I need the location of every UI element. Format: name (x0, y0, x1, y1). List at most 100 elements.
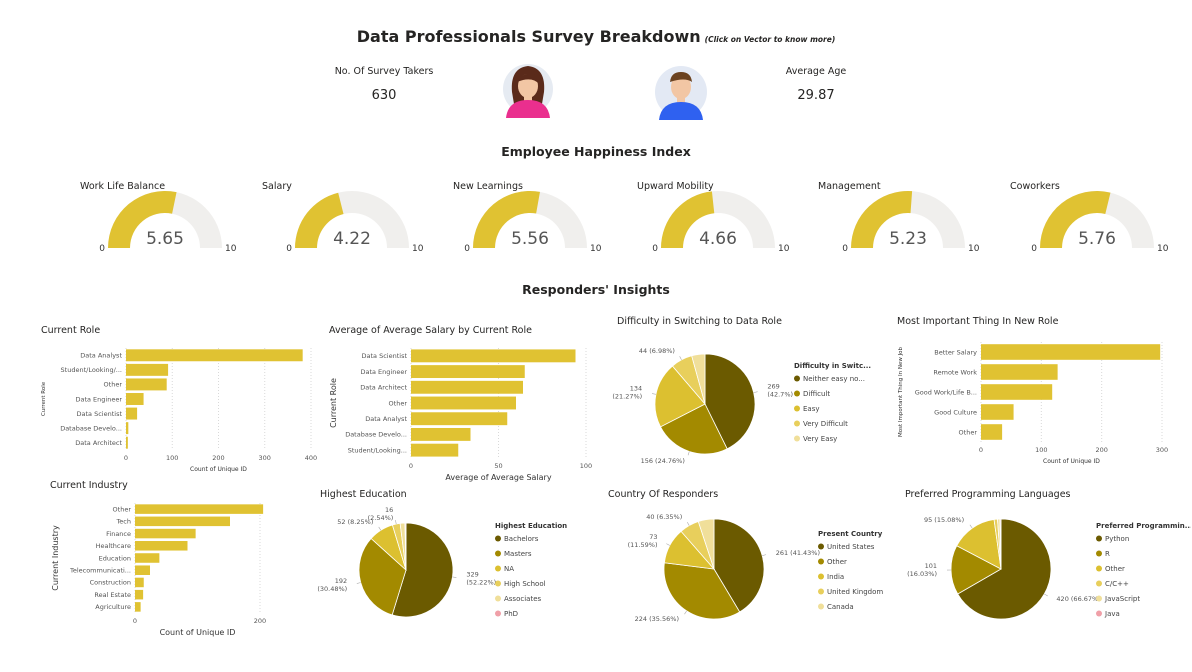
bar-data-architect (126, 436, 128, 449)
gauge-max-new-learnings: 10 (590, 244, 602, 254)
legend-item-difficult: Difficult (803, 390, 830, 398)
category-label: Data Scientist (77, 410, 123, 418)
current-industry-title: Current Industry (50, 480, 128, 491)
current-role-chart[interactable]: 0 100 200 300 400 Data Analyst Student/Looking… (36, 340, 326, 480)
data-label: 329 (466, 570, 478, 578)
bar-data-engineer (411, 365, 525, 379)
male-avatar-icon[interactable] (655, 64, 707, 120)
category-label: Student/Looking... (348, 446, 407, 454)
legend-marker-javascript (1096, 595, 1102, 602)
data-label: (2.54%) (368, 514, 394, 522)
category-label: Other (959, 428, 978, 436)
bar-tech (135, 516, 230, 527)
bar-data-analyst (126, 349, 303, 362)
x-tick-label: 100 (166, 454, 178, 462)
x-tick-label: 400 (305, 454, 317, 462)
legend-marker-other (818, 558, 824, 565)
leader-line (378, 526, 382, 531)
bar-healthcare (135, 541, 188, 551)
legend-item-very-easy: Very Easy (803, 435, 837, 443)
x-tick-label: 0 (133, 617, 137, 625)
legend-title: Preferred Programmin... (1096, 522, 1191, 530)
leader-line (666, 543, 670, 546)
category-label: Other (104, 381, 123, 389)
legend-item-phd: PhD (504, 610, 518, 618)
x-axis-label: Average of Average Salary (445, 473, 551, 482)
difficulty-chart[interactable]: 269(42.7%) 156 (24.76%) 134(21.27%) 44 (6.9… (612, 334, 892, 474)
category-label: Database Develo... (345, 431, 407, 439)
highest-education-title: Highest Education (320, 489, 407, 500)
data-label: 156 (24.76%) (641, 457, 685, 465)
gauge-min-work-life-balance: 0 (99, 244, 105, 254)
legend-marker-r (1096, 550, 1102, 557)
gauge-value-salary: 4.22 (333, 229, 371, 249)
bar-good-work-life-b (981, 384, 1053, 400)
difficulty-title: Difficulty in Switching to Data Role (617, 316, 782, 327)
legend-item-india: India (827, 573, 844, 581)
data-label: (42.7%) (767, 390, 793, 398)
category-label: Data Engineer (75, 395, 122, 403)
avg-salary-title: Average of Average Salary by Current Rol… (329, 325, 532, 336)
happiness-gauges: 5.65 0 10 4.22 0 10 5.56 0 10 4.66 0 10 5.23 0 10 5.76 0… (99, 191, 1169, 254)
legend-item-java: Java (1104, 610, 1120, 618)
average-age-label: Average Age (785, 66, 847, 77)
data-label: (11.59%) (628, 541, 658, 549)
data-label: (30.48%) (317, 585, 347, 593)
current-industry-chart[interactable]: 0 200 Other Tech Finance Healthcare Education T… (46, 496, 316, 646)
x-tick-label: 50 (494, 462, 502, 470)
survey-takers-value: 630 (371, 88, 397, 103)
legend-title: Difficulty in Switc... (794, 362, 871, 370)
leader-line (684, 610, 687, 615)
bar-good-culture (981, 404, 1014, 420)
female-avatar-icon[interactable] (502, 62, 554, 120)
leader-line (452, 576, 457, 578)
category-label: Good Culture (934, 408, 977, 416)
average-age-value: 29.87 (797, 88, 835, 103)
bar-finance (135, 528, 196, 539)
data-label: 134 (630, 384, 642, 392)
legend-item-python: Python (1105, 535, 1129, 543)
languages-chart[interactable]: 420 (66.67%) 101(16.03%) 95 (15.08%) Prefer… (901, 505, 1191, 635)
bar-agriculture (135, 602, 141, 612)
x-tick-label: 300 (1156, 446, 1168, 454)
bar-data-analyst (411, 412, 508, 426)
legend-item-united-kingdom: United Kingdom (827, 588, 883, 596)
category-label: Database Develo... (60, 424, 122, 432)
data-label: 101 (925, 562, 937, 570)
x-tick-label: 0 (409, 462, 413, 470)
category-label: Other (113, 505, 132, 513)
x-tick-label: 100 (580, 462, 592, 470)
legend-item-neither-easy-no: Neither easy no... (803, 375, 865, 383)
bar-data-scientist (126, 407, 138, 420)
avg-salary-chart[interactable]: 0 50 100 Data Scientist Data Engineer Data Ar… (324, 340, 606, 490)
category-label: Better Salary (934, 348, 977, 356)
current-role-title: Current Role (41, 325, 101, 336)
data-label: (21.27%) (612, 392, 642, 400)
category-label: Data Scientist (362, 352, 408, 360)
bar-data-scientist (411, 349, 576, 363)
legend-item-masters: Masters (504, 550, 532, 558)
category-label: Agriculture (95, 603, 131, 611)
highest-education-chart[interactable]: 329(52.22%)192(30.48%)52 (8.25%)16(2.54%… (316, 505, 606, 635)
data-label: 40 (6.35%) (646, 513, 682, 521)
x-tick-label: 200 (254, 617, 266, 625)
x-axis-label: Count of Unique ID (160, 628, 236, 637)
most-important-chart[interactable]: 0 100 200 300 Better Salary Remote Work Good W… (894, 334, 1184, 474)
legend-marker-canada (818, 603, 824, 610)
leader-line (1044, 593, 1048, 597)
category-label: Data Architect (75, 439, 122, 447)
data-label: 224 (35.56%) (635, 615, 679, 623)
country-chart[interactable]: 261 (41.43%) 224 (35.56%) 73(11.59%) 40 (6.… (604, 505, 894, 635)
leader-line (356, 582, 361, 584)
legend-marker-easy (794, 405, 800, 412)
survey-takers-label: No. Of Survey Takers (334, 66, 434, 77)
legend-item-other: Other (827, 558, 847, 566)
category-label: Telecommunicati... (69, 567, 131, 575)
legend-item-united-states: United States (827, 543, 875, 551)
data-label: 16 (385, 506, 393, 514)
y-axis-label: Current Role (329, 378, 338, 428)
x-tick-label: 200 (1095, 446, 1107, 454)
bar-other (126, 378, 167, 391)
bar-database-develo (411, 427, 471, 441)
gauge-value-work-life-balance: 5.65 (146, 229, 184, 249)
